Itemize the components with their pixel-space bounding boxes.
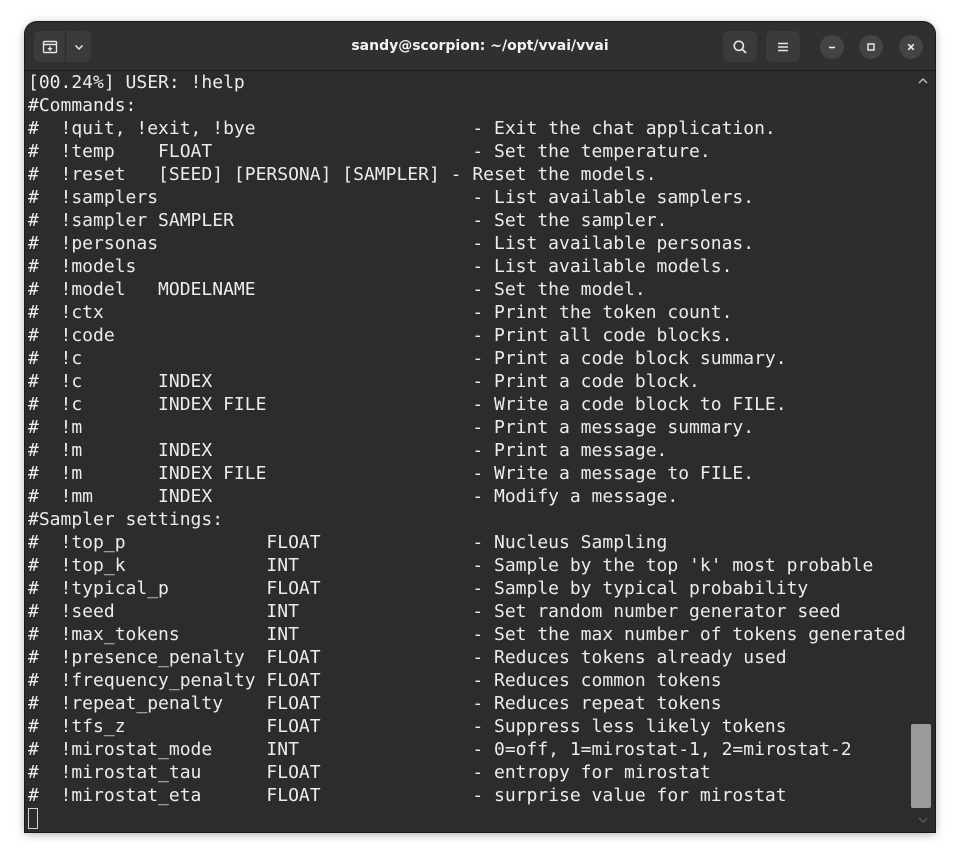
terminal-line: # !code - Print all code blocks. [28,325,733,346]
terminal-line: # !frequency_penalty FLOAT - Reduces com… [28,670,722,691]
scroll-down-button[interactable] [911,812,935,828]
chevron-down-icon [918,817,928,823]
terminal-line: # !quit, !exit, !bye - Exit the chat app… [28,118,776,139]
maximize-icon [867,43,875,51]
terminal-line: # !model MODELNAME - Set the model. [28,279,646,300]
terminal-line: # !presence_penalty FLOAT - Reduces toke… [28,647,787,668]
chevron-up-icon [918,78,928,84]
terminal-text: [00.24%] USER: !help #Commands: # !quit, !… [28,71,906,807]
minimize-icon [829,46,835,49]
hamburger-menu-icon [778,42,788,51]
close-icon [907,43,915,51]
terminal-line: #Commands: [28,95,137,116]
minimize-button[interactable] [820,35,844,59]
new-tab-icon [42,40,57,53]
terminal-line: # !typical_p FLOAT - Sample by typical p… [28,578,809,599]
search-button[interactable] [723,31,757,62]
scrollbar[interactable] [911,71,935,832]
terminal-line: # !tfs_z FLOAT - Suppress less likely to… [28,716,787,737]
search-icon [733,39,747,54]
terminal-line: #Sampler settings: [28,509,224,530]
terminal-line: # !mm INDEX - Modify a message. [28,486,679,507]
terminal-line: # !seed INT - Set random number generato… [28,601,841,622]
terminal-line: # !repeat_penalty FLOAT - Reduces repeat… [28,693,722,714]
terminal-line: # !sampler SAMPLER - Set the sampler. [28,210,668,231]
chevron-down-icon [74,44,83,50]
terminal-output[interactable]: [00.24%] USER: !help #Commands: # !quit, !… [25,71,910,832]
terminal-line: # !c - Print a code block summary. [28,348,787,369]
new-tab-button[interactable] [34,31,67,62]
terminal-line: # !m INDEX - Print a message. [28,440,668,461]
terminal-cursor [28,808,38,829]
terminal-line: # !models - List available models. [28,256,733,277]
close-button[interactable] [899,35,923,59]
terminal-line: # !c INDEX - Print a code block. [28,371,700,392]
terminal-line: # !temp FLOAT - Set the temperature. [28,141,711,162]
terminal-line: # !mirostat_mode INT - 0=off, 1=mirostat… [28,739,852,760]
terminal-line: # !mirostat_eta FLOAT - surprise value f… [28,785,787,806]
new-tab-group [34,31,91,62]
terminal-line: # !mirostat_tau FLOAT - entropy for miro… [28,762,711,783]
terminal-line: # !m - Print a message summary. [28,417,755,438]
menu-button[interactable] [766,31,800,62]
terminal-line: # !m INDEX FILE - Write a message to FIL… [28,463,755,484]
maximize-button[interactable] [859,35,883,59]
terminal-line: # !top_k INT - Sample by the top 'k' mos… [28,555,874,576]
scroll-thumb[interactable] [911,724,931,808]
tab-menu-button[interactable] [66,31,91,62]
scroll-up-button[interactable] [911,73,935,89]
title-bar[interactable]: sandy@scorpion: ~/opt/vvai/vvai [25,22,935,71]
terminal-line: # !samplers - List available samplers. [28,187,755,208]
terminal-line: # !personas - List available personas. [28,233,755,254]
terminal-line: # !reset [SEED] [PERSONA] [SAMPLER] - Re… [28,164,657,185]
terminal-line: [00.24%] USER: !help [28,72,245,93]
terminal-line: # !ctx - Print the token count. [28,302,733,323]
terminal-line: # !top_p FLOAT - Nucleus Sampling [28,532,668,553]
terminal-line: # !max_tokens INT - Set the max number o… [28,624,906,645]
terminal-line: # !c INDEX FILE - Write a code block to … [28,394,787,415]
terminal-window: sandy@scorpion: ~/opt/vvai/vvai [00.24%]… [25,22,935,832]
